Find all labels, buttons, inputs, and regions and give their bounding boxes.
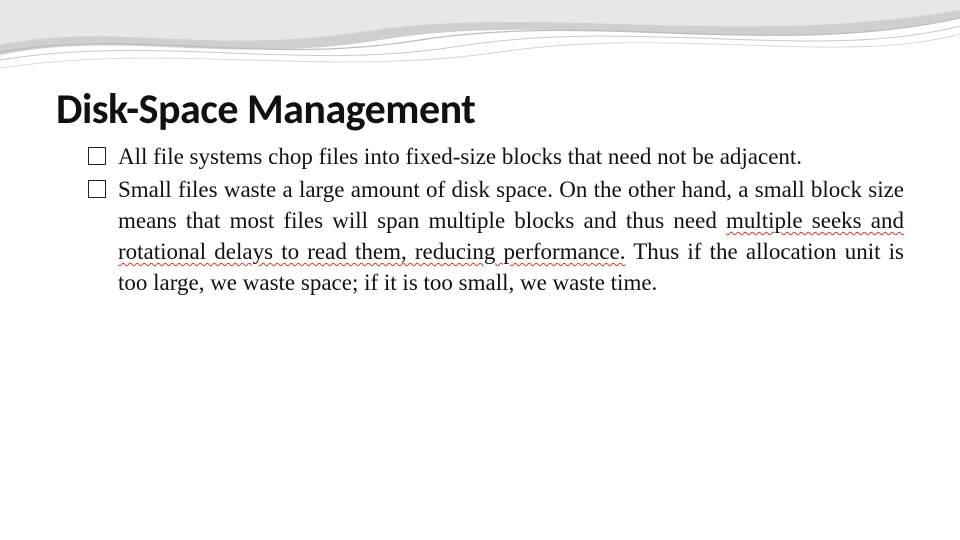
bullet-item: All file systems chop files into fixed-s… (88, 141, 904, 172)
header-swoosh-decoration (0, 0, 960, 90)
slide-title: Disk-Space Management (56, 84, 904, 135)
bullet-list: All file systems chop files into fixed-s… (88, 141, 904, 298)
bullet-item: Small files waste a large amount of disk… (88, 174, 904, 298)
bullet-text: All file systems chop files into fixed-s… (118, 144, 802, 169)
